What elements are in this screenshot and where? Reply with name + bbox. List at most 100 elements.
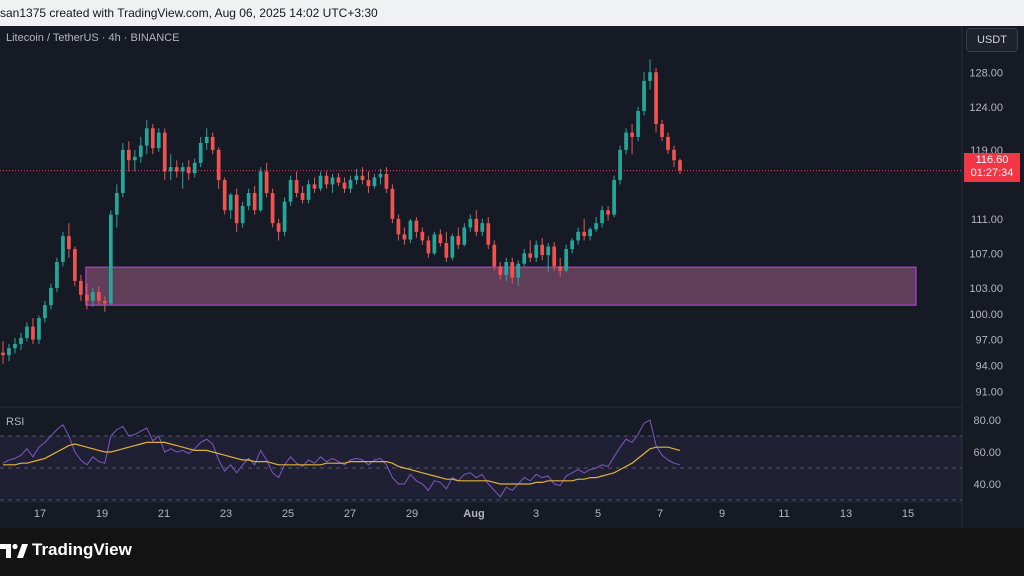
rsi-axis-tick-label: 40.00 [973,479,1001,491]
candle-body [108,214,113,304]
candle-body [25,326,29,338]
candle [138,136,143,163]
candle-body [198,142,203,163]
candle-body [564,249,569,271]
candle-body [420,231,425,241]
currency-button[interactable]: USDT [966,28,1018,52]
candle-body [546,246,551,256]
time-axis-tick-label: 9 [719,508,725,520]
candle [468,214,473,232]
candle [348,175,353,193]
candle-body [97,292,101,301]
candle [144,119,149,155]
candle [588,227,592,241]
candle-body [354,175,359,181]
time-axis-tick-label: 5 [595,508,601,520]
candle [678,158,682,175]
candle [150,124,155,155]
candle-body [414,220,419,232]
candle-body [504,262,509,275]
candle-body [120,149,125,193]
candle-body [240,205,245,224]
candle [528,240,533,262]
candle-body [246,193,251,206]
candle-body [408,220,413,240]
candle [174,160,179,178]
candle [378,168,383,185]
candle [618,145,622,185]
candle-body [456,236,461,245]
candle [228,193,233,219]
candle-body [666,136,670,150]
candle-body [450,236,455,258]
time-axis-tick-label: 15 [902,508,914,520]
candle-body [61,236,65,262]
candle [648,59,652,90]
candle-body [31,326,35,340]
candle-body [540,244,545,256]
price-axis-tick-label: 124.00 [969,102,1003,114]
candle [258,167,263,212]
candle [342,177,347,193]
candle [420,227,425,245]
candle-body [348,180,353,189]
price-axis-tick-label: 103.00 [969,283,1003,295]
candle [480,218,485,237]
time-axis-tick-label: 21 [158,508,170,520]
candle-body [55,262,59,288]
candle-body [636,111,640,137]
candle-body [342,182,347,189]
candle [318,171,323,192]
candle [216,147,221,189]
price-axis-tick-label: 94.00 [975,361,1003,373]
candle-body [630,132,634,137]
candle-body [594,223,598,230]
candle [300,186,305,204]
candle-body [252,193,257,211]
candle-body [282,201,287,232]
last-price-value: 116.60 [975,154,1009,166]
candle-body [624,132,628,150]
candle-body [192,162,197,174]
candle [132,149,137,172]
candle [486,217,491,250]
candle-body [462,227,467,245]
candle [456,227,461,250]
price-axis-tick-label: 128.00 [969,67,1003,79]
candle [336,173,341,187]
candle [186,160,191,181]
candle-body [378,174,383,178]
candle [324,171,329,189]
candle-body [642,80,646,112]
rsi-indicator-label[interactable]: RSI [6,416,24,428]
time-axis-tick-label: 11 [778,508,789,520]
tradingview-logo-icon [0,543,28,558]
symbol-title[interactable]: Litecoin / TetherUS · 4h · BINANCE [6,32,179,44]
candle-body [288,180,293,202]
bar-countdown: 01:27:34 [970,167,1014,179]
candle [624,128,628,155]
candle [636,106,640,142]
candle [630,124,634,155]
candle-body [222,180,227,211]
candle [360,167,365,185]
candle [282,197,287,237]
candle-body [186,167,191,174]
candle-body [37,318,41,340]
candle [13,337,17,354]
candle-body [67,236,71,250]
candle [1,341,5,364]
candle-body [366,180,371,187]
price-axis-tick-label: 100.00 [969,309,1003,321]
candle [276,218,281,241]
candle-body [384,174,389,189]
time-axis-tick-label: Aug [463,508,484,520]
candle [79,274,83,301]
candle-body [528,253,533,258]
candle-body [234,194,239,224]
candle-body [648,72,652,81]
candle-body [156,132,161,149]
chart-svg: 128.00124.00119.00111.00107.00103.00100.… [0,26,1003,528]
candle-body [426,240,431,254]
candle [414,217,419,238]
